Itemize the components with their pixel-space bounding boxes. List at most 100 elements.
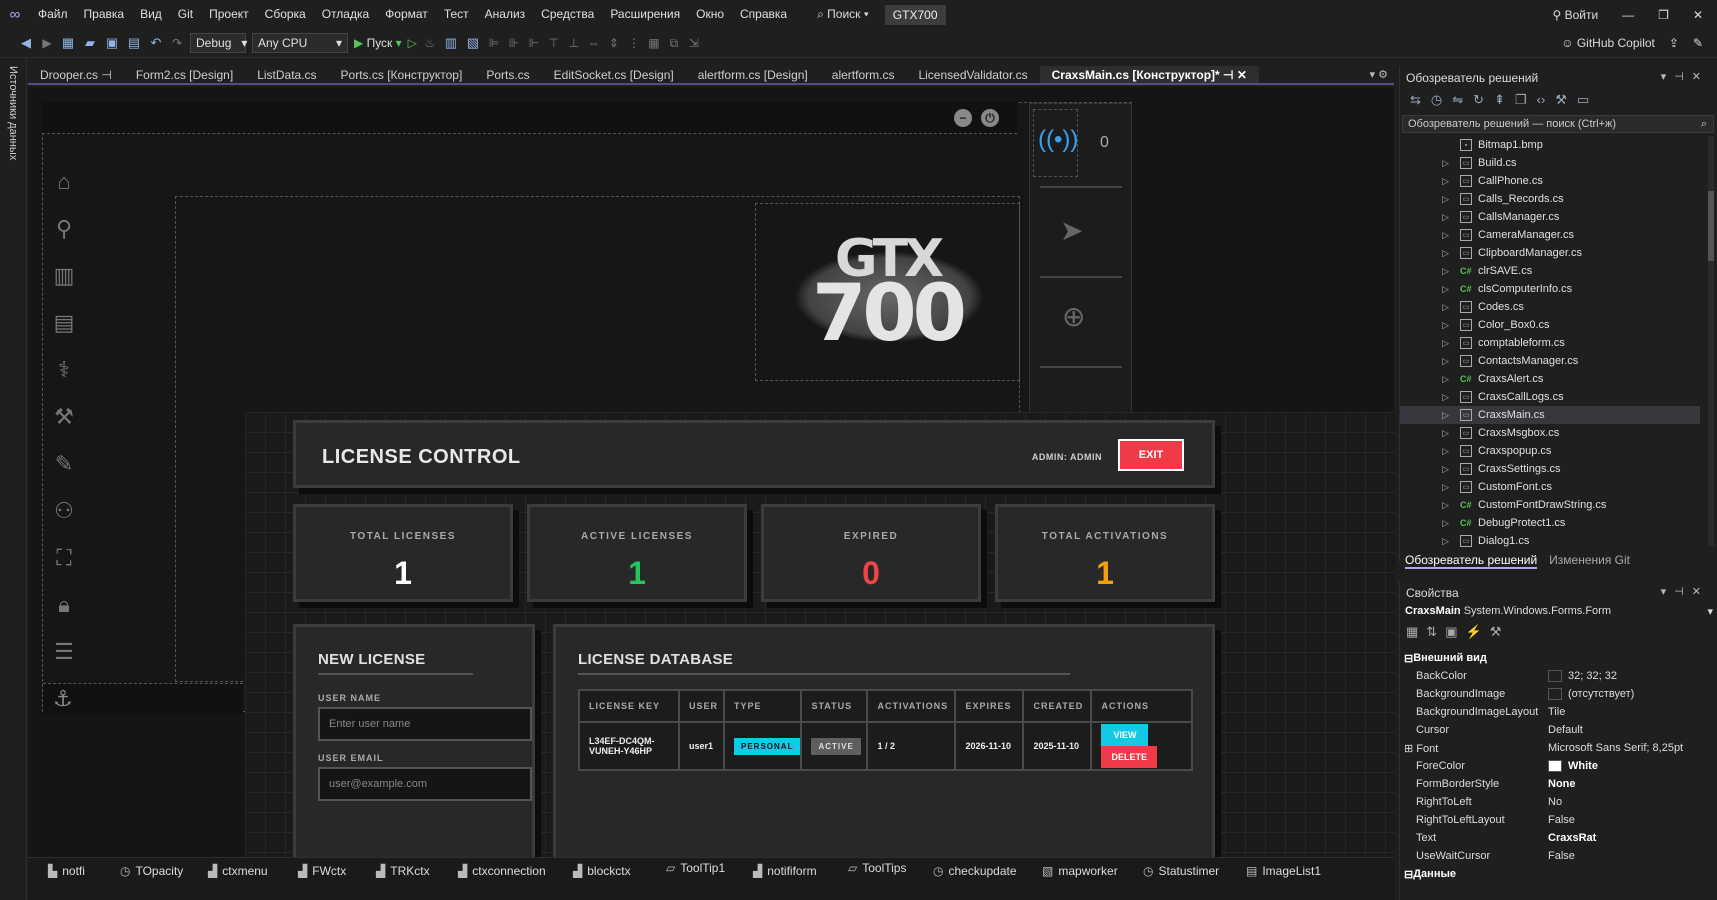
property-row[interactable]: RightToLeft No bbox=[1400, 793, 1710, 811]
pin-icon[interactable]: ⊣ bbox=[1223, 68, 1233, 82]
menu-view[interactable]: Вид bbox=[132, 0, 170, 29]
share-icon[interactable]: ⇪ bbox=[1669, 36, 1679, 50]
menu-debug[interactable]: Отладка bbox=[314, 0, 377, 29]
expand-arrow-icon[interactable]: ▷ bbox=[1442, 500, 1460, 511]
menu-build[interactable]: Сборка bbox=[257, 0, 314, 29]
tray-tooltips[interactable]: ▱ ToolTips bbox=[848, 861, 906, 875]
preview-icon[interactable]: ▭ bbox=[1577, 92, 1589, 108]
panel-controls[interactable]: ▾⊣✕ bbox=[1661, 70, 1709, 83]
tab-git-changes[interactable]: Изменения Git bbox=[1549, 553, 1630, 569]
undo-icon[interactable]: ↶ bbox=[148, 35, 164, 51]
form-title-bar[interactable]: − ⏻ bbox=[42, 102, 1017, 134]
align-left-icon[interactable]: ⊫ bbox=[487, 36, 501, 50]
expand-arrow-icon[interactable]: ▷ bbox=[1442, 536, 1460, 547]
close-icon[interactable]: ✕ bbox=[1693, 8, 1703, 22]
delete-button[interactable]: DELETE bbox=[1101, 746, 1157, 768]
tree-item[interactable]: ▷ ▭ Calls_Records.cs bbox=[1400, 190, 1700, 208]
tree-item[interactable]: ▷ C# CustomFontDrawString.cs bbox=[1400, 496, 1700, 514]
globe-icon[interactable]: ⊕ bbox=[1062, 300, 1085, 333]
building-icon[interactable]: ▥ bbox=[49, 261, 79, 291]
expand-arrow-icon[interactable]: ▷ bbox=[1442, 266, 1460, 277]
tray-notifiform[interactable]: ▟ notifiform bbox=[753, 864, 817, 878]
bring-front-icon[interactable]: ⧉ bbox=[667, 36, 681, 51]
property-row[interactable]: FormBorderStyle None bbox=[1400, 775, 1710, 793]
save-icon[interactable]: ▣ bbox=[104, 35, 120, 51]
collapse-icon[interactable]: ⇞ bbox=[1494, 92, 1505, 108]
user-frame-icon[interactable]: ⛶ bbox=[49, 543, 79, 573]
platform-select[interactable]: Any CPU ▾ bbox=[252, 33, 348, 53]
category-data[interactable]: ⊟ Данные bbox=[1400, 865, 1710, 883]
expand-arrow-icon[interactable]: ▷ bbox=[1442, 194, 1460, 205]
properties-wrench-icon[interactable]: ⚒ bbox=[1555, 92, 1567, 108]
menu-help[interactable]: Справка bbox=[732, 0, 795, 29]
property-row[interactable]: Cursor Default bbox=[1400, 721, 1710, 739]
tab-form2-design[interactable]: Form2.cs [Design] bbox=[124, 66, 245, 83]
server-icon[interactable]: ▤ bbox=[49, 308, 79, 338]
tray-notfi[interactable]: ▙ notfi bbox=[48, 864, 85, 878]
expand-arrow-icon[interactable]: ▷ bbox=[1442, 302, 1460, 313]
tree-item[interactable]: ▷ C# clsComputerInfo.cs bbox=[1400, 280, 1700, 298]
back-icon[interactable]: ◀ bbox=[18, 35, 34, 51]
tray-checkupdate[interactable]: ◷ checkupdate bbox=[933, 864, 1017, 878]
align-right-icon[interactable]: ⊩ bbox=[527, 36, 541, 50]
tab-craxsmain-designer[interactable]: CraxsMain.cs [Конструктор]* ⊣ ✕ bbox=[1039, 66, 1259, 83]
code-icon[interactable]: ‹› bbox=[1537, 92, 1546, 108]
property-row[interactable]: BackgroundImage (отсутствует) bbox=[1400, 685, 1710, 703]
property-row[interactable]: ⊞ Font Microsoft Sans Serif; 8,25pt bbox=[1400, 739, 1710, 757]
properties-icon[interactable]: ▣ bbox=[1445, 624, 1457, 640]
history-icon[interactable]: ◷ bbox=[1431, 92, 1442, 108]
table-row[interactable]: L34EF-DC4QM-VUNEH-Y46HP user1 PERSONAL A… bbox=[578, 721, 1193, 771]
start-without-debug-icon[interactable]: ▷ bbox=[408, 36, 417, 50]
anchor-icon[interactable]: ⚓︎ bbox=[53, 686, 73, 712]
expand-arrow-icon[interactable]: ▷ bbox=[1442, 248, 1460, 259]
user-name-input[interactable]: Enter user name bbox=[318, 707, 532, 741]
tree-item[interactable]: ▷ ▭ CustomFont.cs bbox=[1400, 478, 1700, 496]
expand-arrow-icon[interactable]: ▷ bbox=[1442, 230, 1460, 241]
close-tab-icon[interactable]: ✕ bbox=[1237, 68, 1247, 82]
tree-item[interactable]: ▷ ▭ Build.cs bbox=[1400, 154, 1700, 172]
property-row[interactable]: ForeColor White bbox=[1400, 757, 1710, 775]
tab-drooper[interactable]: Drooper.cs ⊣ bbox=[28, 66, 124, 83]
grid-icon[interactable]: ▦ bbox=[647, 36, 661, 50]
list-icon[interactable]: ☰ bbox=[49, 637, 79, 667]
same-width-icon[interactable]: ⇔ bbox=[587, 36, 601, 50]
menu-window[interactable]: Окно bbox=[688, 0, 732, 29]
tree-item[interactable]: ▷ ▭ comptableform.cs bbox=[1400, 334, 1700, 352]
syringe-icon[interactable]: ⚕ bbox=[49, 355, 79, 385]
tools-icon[interactable]: ⚒ bbox=[49, 402, 79, 432]
menu-analyze[interactable]: Анализ bbox=[477, 0, 534, 29]
location-pin-icon[interactable]: ⚲ bbox=[49, 214, 79, 244]
new-project-icon[interactable]: ▦ bbox=[60, 35, 76, 51]
tray-imagelist1[interactable]: ▤ ImageList1 bbox=[1246, 864, 1321, 878]
tree-item[interactable]: ▪ Bitmap1.bmp bbox=[1400, 136, 1700, 154]
configuration-select[interactable]: Debug ▾ bbox=[190, 33, 247, 53]
sync-icon[interactable]: ⇋ bbox=[1452, 92, 1463, 108]
tray-statustimer[interactable]: ◷ Statustimer bbox=[1143, 864, 1219, 878]
open-folder-icon[interactable]: ▰ bbox=[82, 35, 98, 51]
events-icon[interactable]: ⚡ bbox=[1466, 624, 1482, 640]
menu-extensions[interactable]: Расширения bbox=[602, 0, 688, 29]
tree-item[interactable]: ▷ ▭ CallPhone.cs bbox=[1400, 172, 1700, 190]
tree-item[interactable]: ▷ C# CraxsAlert.cs bbox=[1400, 370, 1700, 388]
tree-item[interactable]: ▷ ▭ Craxspopup.cs bbox=[1400, 442, 1700, 460]
expand-arrow-icon[interactable]: ▷ bbox=[1442, 482, 1460, 493]
start-button[interactable]: ▶ Пуск ▾ bbox=[354, 36, 402, 50]
power-icon[interactable]: ⏻ bbox=[981, 109, 999, 127]
tree-item[interactable]: ▷ C# clrSAVE.cs bbox=[1400, 262, 1700, 280]
copilot-button[interactable]: ☺ GitHub Copilot bbox=[1561, 36, 1655, 50]
tray-tooltip1[interactable]: ▱ ToolTip1 bbox=[666, 861, 725, 875]
expand-arrow-icon[interactable]: ▷ bbox=[1442, 284, 1460, 295]
tab-licensedvalidator[interactable]: LicensedValidator.cs bbox=[906, 66, 1039, 83]
tab-alertform-design[interactable]: alertform.cs [Design] bbox=[686, 66, 820, 83]
category-appearance[interactable]: ⊟ Внешний вид bbox=[1400, 649, 1710, 667]
tab-order-icon[interactable]: ⇲ bbox=[687, 36, 701, 50]
menu-format[interactable]: Формат bbox=[377, 0, 436, 29]
property-row[interactable]: RightToLeftLayout False bbox=[1400, 811, 1710, 829]
align-middle-icon[interactable]: ⊥ bbox=[567, 36, 581, 50]
view-button[interactable]: VIEW bbox=[1101, 724, 1149, 746]
tree-item[interactable]: ▷ ▭ Dialog1.cs bbox=[1400, 532, 1700, 550]
property-row[interactable]: BackColor 32; 32; 32 bbox=[1400, 667, 1710, 685]
solution-explorer-icon[interactable]: ▥ bbox=[443, 35, 459, 51]
home-icon[interactable]: ⌂ bbox=[49, 167, 79, 197]
tree-item[interactable]: ▷ ▭ CraxsCallLogs.cs bbox=[1400, 388, 1700, 406]
